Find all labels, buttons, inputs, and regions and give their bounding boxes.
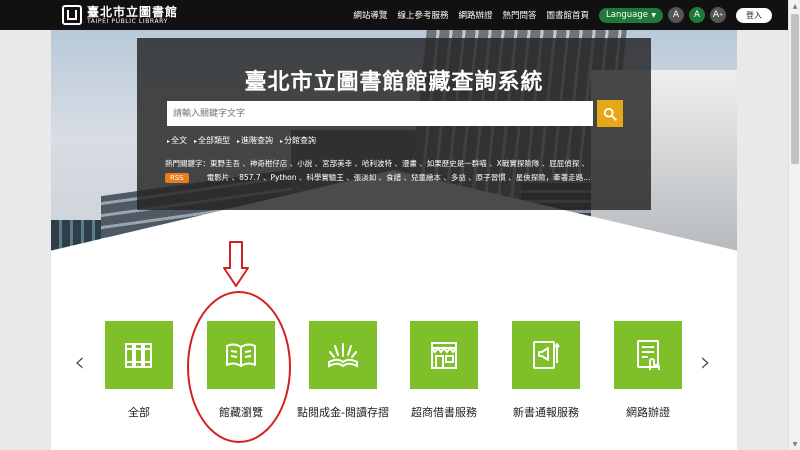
library-logo-icon: [62, 5, 82, 25]
font-size-large-button[interactable]: A +: [710, 7, 726, 23]
search-panel: 臺北市立圖書館館藏查詢系統 全文 全部類型 進階查詢 分館查詢 熱門關鍵字：東野…: [137, 38, 651, 210]
carousel-next-button[interactable]: ›: [700, 345, 711, 378]
search-input[interactable]: [167, 101, 593, 126]
service-label-all[interactable]: 全部: [105, 404, 173, 420]
service-tile-all[interactable]: [105, 321, 173, 389]
font-size-medium-button[interactable]: A: [689, 7, 705, 23]
scroll-up-arrow-icon[interactable]: ▲: [789, 0, 800, 12]
search-filters: 全文 全部類型 進階查詢 分館查詢: [167, 135, 323, 146]
sparkle-book-icon: [328, 343, 358, 368]
language-label: Language: [606, 10, 648, 20]
logo-chinese-name: 臺北市立圖書館: [87, 4, 179, 19]
search-button[interactable]: [597, 100, 623, 127]
books-icon: [125, 343, 152, 368]
service-label-online-card[interactable]: 網路辦證: [614, 404, 682, 420]
service-tile-reading-passbook[interactable]: [309, 321, 377, 389]
touch-card-icon: [637, 340, 660, 370]
hot-keywords-line1[interactable]: 熱門關鍵字：東野圭吾 、神奇柑仔店 、小說 、宮部美幸 、哈利波特 、漫畫 、如…: [165, 157, 635, 171]
filter-advanced-search[interactable]: 進階查詢: [237, 135, 273, 146]
search-icon: [603, 107, 617, 121]
service-tile-online-card[interactable]: [614, 321, 682, 389]
service-tile-new-book-notice[interactable]: [512, 321, 580, 389]
hot-keywords: 熱門關鍵字：東野圭吾 、神奇柑仔店 、小說 、宮部美幸 、哈利波特 、漫畫 、如…: [165, 157, 635, 185]
service-label-new-book-notice[interactable]: 新書通報服務: [502, 404, 590, 420]
scroll-down-arrow-icon[interactable]: ▼: [789, 438, 800, 450]
service-label-reading-passbook[interactable]: 點閱成金-閱讀存摺: [289, 404, 397, 420]
nav-library-home[interactable]: 圖書館首頁: [546, 9, 589, 21]
filter-branch-search[interactable]: 分館查詢: [280, 135, 316, 146]
font-size-small-button[interactable]: A: [668, 7, 684, 23]
top-navigation-bar: 臺北市立圖書館 TAIPEI PUBLIC LIBRARY 網站導覽 線上參考服…: [0, 0, 788, 30]
nav-online-reference[interactable]: 線上參考服務: [397, 9, 448, 21]
library-logo[interactable]: 臺北市立圖書館 TAIPEI PUBLIC LIBRARY: [62, 5, 178, 25]
chevron-down-icon: ▼: [651, 11, 656, 19]
nav-links: 網站導覽 線上參考服務 網路辦證 熱門問答 圖書館首頁 Language ▼ A…: [343, 7, 772, 23]
page-title: 臺北市立圖書館館藏查詢系統: [244, 70, 544, 95]
service-label-convenience-store[interactable]: 超商借書服務: [400, 404, 488, 420]
page-scrollbar[interactable]: ▲ ▼: [788, 0, 800, 450]
hot-keywords-line2[interactable]: 電影片 、857.7 、Python 、科學實驗王 、張淡如 、食譜 、兒童繪本…: [207, 171, 591, 185]
rss-button[interactable]: RSS: [165, 173, 189, 183]
annotation-arrow-icon: [223, 241, 249, 287]
annotation-highlight-circle: [187, 291, 291, 443]
scrollbar-thumb[interactable]: [791, 14, 799, 164]
announcement-icon: [533, 341, 560, 369]
nav-online-card[interactable]: 網路辦證: [458, 9, 492, 21]
filter-all-types[interactable]: 全部類型: [194, 135, 230, 146]
logo-english-name: TAIPEI PUBLIC LIBRARY: [87, 17, 168, 25]
nav-site-map[interactable]: 網站導覽: [353, 9, 387, 21]
login-button[interactable]: 登入: [736, 7, 772, 23]
store-icon: [431, 342, 457, 369]
language-select[interactable]: Language ▼: [599, 7, 663, 23]
filter-fulltext[interactable]: 全文: [167, 135, 187, 146]
carousel-prev-button[interactable]: ‹: [74, 345, 85, 378]
nav-faq[interactable]: 熱門問答: [502, 9, 536, 21]
service-tile-convenience-store[interactable]: [410, 321, 478, 389]
